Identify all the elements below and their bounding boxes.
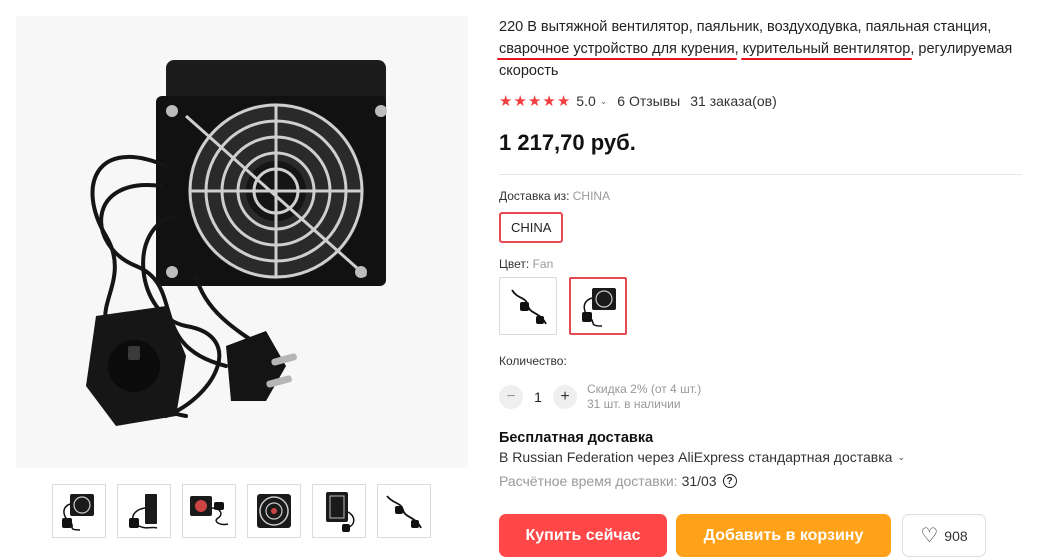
star-icon: ★ <box>542 92 556 110</box>
fan-thumbnail-icon <box>257 494 291 528</box>
title-separator: , <box>734 41 743 57</box>
star-icon: ★ <box>513 92 527 110</box>
help-icon[interactable]: ? <box>722 474 737 488</box>
rating-stars: ★ ★ ★ ★ ★ <box>499 94 570 109</box>
thumbnail-5[interactable] <box>312 484 366 538</box>
thumbnail-strip <box>52 484 431 538</box>
wishlist-button[interactable]: ♡ 908 <box>902 514 986 557</box>
thumbnail-3[interactable] <box>182 484 236 538</box>
eta-date: 31/03 <box>681 473 717 489</box>
ship-from-value: CHINA <box>572 189 611 203</box>
title-highlight-2: курительный вентилятор <box>742 41 911 57</box>
ship-from-label: Доставка из: CHINA <box>499 189 1055 203</box>
ship-from-label-text: Доставка из: <box>499 189 570 203</box>
color-label-text: Цвет: <box>499 257 530 271</box>
thumbnail-1[interactable] <box>52 484 106 538</box>
stock-note: 31 шт. в наличии <box>587 397 681 411</box>
product-main-image[interactable] <box>16 16 468 468</box>
heart-icon: ♡ <box>920 524 939 547</box>
wishlist-count: 908 <box>944 527 968 544</box>
quantity-value[interactable]: 1 <box>523 389 553 405</box>
title-highlight-1: сварочное устройство для курения <box>499 41 735 57</box>
cable-swatch-icon <box>511 289 547 325</box>
eta-label: Расчётное время доставки: <box>499 473 678 489</box>
action-buttons: Купить сейчас Добавить в корзину ♡ 908 <box>499 514 986 557</box>
rating-row: ★ ★ ★ ★ ★ 5.0 ⌄ 6 Отзывы 31 заказа(ов) <box>499 90 1055 112</box>
color-swatch-fan[interactable] <box>569 277 627 335</box>
reviews-link[interactable]: 6 Отзывы <box>617 93 680 109</box>
fan-swatch-icon <box>582 288 616 327</box>
chevron-down-icon[interactable]: ⌄ <box>600 96 608 107</box>
buy-now-button[interactable]: Купить сейчас <box>499 514 667 557</box>
ship-from-option-china[interactable]: CHINA <box>499 212 564 243</box>
delivery-eta: Расчётное время доставки: 31/03 ? <box>499 473 1055 489</box>
color-value: Fan <box>532 257 554 271</box>
shipping-method-text: В Russian Federation через AliExpress ст… <box>499 449 893 465</box>
fan-thumbnail-icon <box>129 494 158 529</box>
fan-thumbnail-icon <box>326 492 355 532</box>
product-title: 220 В вытяжной вентилятор, паяльник, воз… <box>499 16 1055 82</box>
thumbnail-4[interactable] <box>247 484 301 538</box>
star-icon: ★ <box>556 92 571 110</box>
fan-thumbnail-icon <box>386 495 422 529</box>
product-info: 220 В вытяжной вентилятор, паяльник, воз… <box>499 16 1055 489</box>
add-to-cart-button[interactable]: Добавить в корзину <box>676 514 891 557</box>
quantity-stepper: − 1 + Скидка 2% (от 4 шт.) 31 шт. в нали… <box>499 382 1055 412</box>
color-swatches <box>499 277 1055 335</box>
star-icon: ★ <box>527 92 542 110</box>
star-icon: ★ <box>499 92 513 110</box>
quantity-minus-button[interactable]: − <box>499 385 523 409</box>
thumbnail-6[interactable] <box>377 484 431 538</box>
free-shipping-label: Бесплатная доставка <box>499 430 654 446</box>
fan-thumbnail-icon <box>62 494 94 531</box>
chevron-down-icon[interactable]: ⌄ <box>897 452 905 463</box>
quantity-label: Количество: <box>499 354 567 368</box>
quantity-plus-button[interactable]: + <box>553 385 577 409</box>
product-price: 1 217,70 руб. <box>499 130 636 155</box>
color-label: Цвет: Fan <box>499 257 1055 271</box>
divider <box>499 174 1022 175</box>
quantity-notes: Скидка 2% (от 4 шт.) 31 шт. в наличии <box>587 382 701 412</box>
fan-product-photo <box>16 16 468 468</box>
orders-count: 31 заказа(ов) <box>690 93 777 109</box>
discount-note: Скидка 2% (от 4 шт.) <box>587 382 702 396</box>
fan-thumbnail-icon <box>190 496 229 526</box>
title-part-1: 220 В вытяжной вентилятор, паяльник, воз… <box>499 19 992 35</box>
rating-value[interactable]: 5.0 <box>576 93 595 109</box>
shipping-method[interactable]: В Russian Federation через AliExpress ст… <box>499 449 1055 465</box>
color-swatch-cable[interactable] <box>499 277 557 335</box>
thumbnail-2[interactable] <box>117 484 171 538</box>
